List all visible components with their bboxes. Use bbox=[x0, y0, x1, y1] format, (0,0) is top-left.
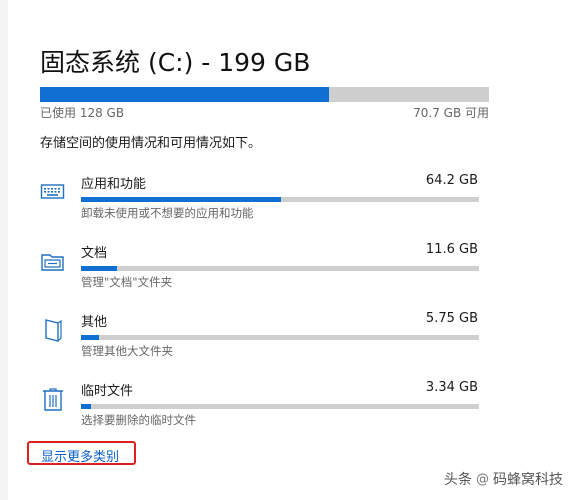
category-size: 11.6 GB bbox=[425, 242, 478, 257]
watermark: 头条 @ 码蜂窝科技 bbox=[444, 466, 563, 492]
category-usage-bar bbox=[81, 197, 479, 202]
storage-settings-page: 固态系统 (C:) - 199 GB 已使用 128 GB 70.7 GB 可用… bbox=[0, 0, 575, 500]
drive-usage-fill bbox=[40, 87, 329, 102]
category-usage-fill bbox=[81, 404, 92, 409]
category-subtitle: 管理其他大文件夹 bbox=[81, 344, 173, 358]
category-apps-features[interactable]: 应用和功能 64.2 GB 卸载未使用或不想要的应用和功能 bbox=[40, 173, 480, 233]
used-space-label: 已使用 128 GB bbox=[40, 106, 125, 120]
watermark-at: @ bbox=[476, 471, 489, 487]
category-usage-bar bbox=[81, 266, 479, 271]
drive-usage-bar bbox=[40, 87, 489, 102]
category-other[interactable]: 其他 5.75 GB 管理其他大文件夹 bbox=[40, 311, 480, 371]
category-subtitle: 选择要删除的临时文件 bbox=[81, 413, 196, 427]
category-name: 应用和功能 bbox=[81, 177, 147, 192]
drive-title: 固态系统 (C:) - 199 GB bbox=[40, 48, 311, 77]
watermark-name: 码蜂窝科技 bbox=[493, 472, 563, 488]
category-subtitle: 卸载未使用或不想要的应用和功能 bbox=[81, 206, 254, 220]
watermark-prefix: 头条 bbox=[444, 472, 472, 488]
category-name: 其他 bbox=[81, 315, 108, 330]
monitor-icon bbox=[40, 179, 66, 205]
category-usage-bar bbox=[81, 335, 479, 340]
book-icon bbox=[40, 317, 66, 343]
category-usage-fill bbox=[81, 266, 118, 271]
category-usage-fill bbox=[81, 335, 99, 340]
category-usage-fill bbox=[81, 197, 281, 202]
available-space-label: 70.7 GB 可用 bbox=[413, 106, 489, 120]
category-documents[interactable]: 文档 11.6 GB 管理"文档"文件夹 bbox=[40, 242, 480, 302]
category-temp-files[interactable]: 临时文件 3.34 GB 选择要删除的临时文件 bbox=[40, 380, 480, 440]
category-size: 64.2 GB bbox=[425, 173, 478, 188]
category-usage-bar bbox=[81, 404, 479, 409]
show-more-categories-link[interactable]: 显示更多类别 bbox=[41, 446, 119, 465]
category-name: 临时文件 bbox=[81, 384, 134, 399]
left-edge-strip bbox=[0, 0, 8, 500]
category-name: 文档 bbox=[81, 246, 108, 261]
folder-icon bbox=[40, 248, 66, 274]
category-size: 3.34 GB bbox=[425, 380, 478, 395]
category-subtitle: 管理"文档"文件夹 bbox=[81, 275, 173, 289]
usage-description: 存储空间的使用情况和可用情况如下。 bbox=[40, 136, 262, 151]
category-size: 5.75 GB bbox=[425, 311, 478, 326]
trash-icon bbox=[40, 386, 66, 412]
